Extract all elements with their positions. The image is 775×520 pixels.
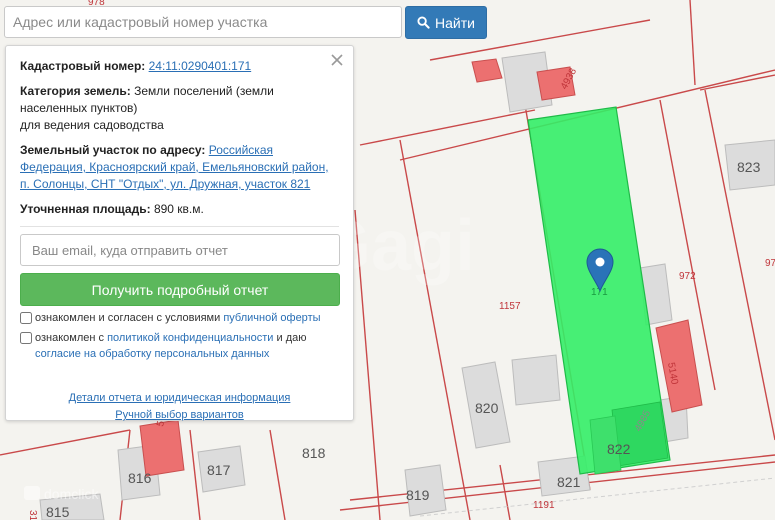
land-use-value: для ведения садоводства: [20, 118, 164, 132]
consent-privacy-text: ознакомлен с: [35, 332, 105, 344]
domclick-watermark: domclick: [24, 486, 99, 502]
parcel-label-972: 972: [679, 271, 696, 282]
land-category-value: Земли поселений (земли: [134, 84, 274, 98]
address-label: Земельный участок по адресу:: [20, 143, 206, 157]
consent-offer-row: ознакомлен и согласен с условиями публич…: [20, 310, 339, 326]
building-label-817: 817: [207, 462, 231, 478]
building-label-820: 820: [475, 400, 499, 416]
search-button[interactable]: Найти: [405, 6, 487, 39]
personal-data-consent-link[interactable]: согласие на обработку персональных данны…: [35, 348, 269, 360]
land-category-label: Категория земель:: [20, 84, 131, 98]
building-label-821: 821: [557, 474, 581, 490]
building-label-816: 816: [128, 470, 152, 486]
svg-text:domclick: domclick: [44, 486, 99, 502]
cadastral-number-label: Кадастровый номер:: [20, 59, 146, 73]
panel-divider: [20, 226, 339, 227]
building-label-823: 823: [737, 159, 761, 175]
area-label: Уточненная площадь:: [20, 202, 151, 216]
public-offer-link[interactable]: публичной оферты: [223, 312, 320, 324]
email-field[interactable]: [20, 234, 340, 266]
get-report-button[interactable]: Получить подробный отчет: [20, 273, 340, 306]
address-link-2[interactable]: Федерация, Красноярский край, Емельяновс…: [20, 160, 329, 174]
land-category-row: Категория земель: Земли поселений (земли…: [20, 83, 339, 134]
building-label-822: 822: [607, 441, 631, 457]
consent-privacy-row: ознакомлен с политикой конфиденциальност…: [20, 330, 339, 362]
building-label-815: 815: [46, 504, 70, 520]
cadastral-number-link[interactable]: 24:11:0290401:171: [149, 59, 252, 73]
building-label-818: 818: [302, 445, 326, 461]
building-label-819: 819: [406, 487, 430, 503]
parcel-info-panel: Кадастровый номер: 24:11:0290401:171 Кат…: [5, 45, 354, 421]
consent-and-text: и даю: [276, 332, 307, 344]
search-input[interactable]: [4, 6, 402, 38]
search-icon: [417, 16, 430, 29]
cadastral-number-row: Кадастровый номер: 24:11:0290401:171: [20, 58, 339, 75]
consent-offer-text: ознакомлен и согласен с условиями: [35, 312, 221, 324]
address-row: Земельный участок по адресу: Российская …: [20, 142, 339, 193]
area-value: 890 кв.м.: [153, 202, 204, 216]
manual-selection-link[interactable]: Ручной выбор вариантов: [115, 409, 243, 421]
parcel-label-97: 97: [765, 258, 775, 269]
road-label-31: 31: [27, 510, 38, 520]
address-link[interactable]: Российская: [209, 143, 273, 157]
address-link-3[interactable]: п. Солонцы, СНТ "Отдых", ул. Дружная, уч…: [20, 177, 310, 191]
parcel-label-1191: 1191: [533, 500, 555, 511]
privacy-policy-link[interactable]: политикой конфиденциальности: [107, 332, 273, 344]
land-category-value-2: населенных пунктов): [20, 101, 138, 115]
search-button-label: Найти: [435, 14, 475, 31]
close-icon[interactable]: [329, 52, 345, 68]
panel-footer-links: Детали отчета и юридическая информация Р…: [20, 390, 339, 424]
consent-offer-checkbox[interactable]: [20, 312, 32, 324]
area-row: Уточненная площадь: 890 кв.м.: [20, 201, 339, 218]
report-details-link[interactable]: Детали отчета и юридическая информация: [69, 392, 291, 404]
consent-privacy-checkbox[interactable]: [20, 332, 32, 344]
parcel-label-1157: 1157: [499, 301, 521, 312]
